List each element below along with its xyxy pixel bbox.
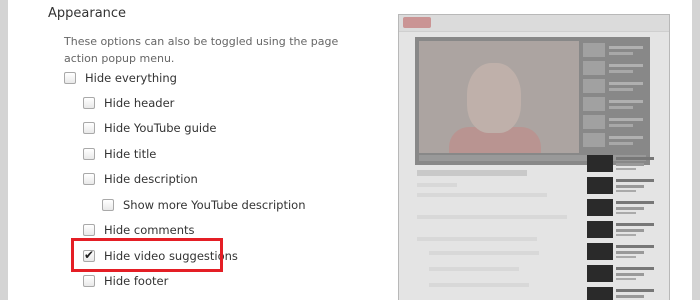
- checkbox[interactable]: [83, 224, 95, 236]
- checkbox[interactable]: [83, 148, 95, 160]
- preview-video-player: [415, 37, 650, 165]
- option-hide-footer[interactable]: Hide footer: [83, 273, 168, 289]
- checkbox[interactable]: [83, 122, 95, 134]
- checkbox[interactable]: [83, 97, 95, 109]
- option-show-more-description[interactable]: Show more YouTube description: [102, 197, 306, 213]
- preview-video-frame: [419, 41, 579, 153]
- option-label: Show more YouTube description: [123, 198, 306, 212]
- option-hide-comments[interactable]: Hide comments: [83, 222, 195, 238]
- checkbox[interactable]: [83, 275, 95, 287]
- youtube-preview-thumbnail: [398, 14, 670, 300]
- option-label: Hide description: [104, 172, 198, 186]
- checkbox[interactable]: [83, 173, 95, 185]
- option-hide-youtube-guide[interactable]: Hide YouTube guide: [83, 120, 216, 136]
- option-hide-everything[interactable]: Hide everything: [64, 70, 177, 86]
- option-label: Hide everything: [85, 71, 177, 85]
- highlight-box: [71, 238, 223, 272]
- settings-panel: Appearance These options can also be tog…: [8, 0, 692, 300]
- option-hide-description[interactable]: Hide description: [83, 171, 198, 187]
- checkbox[interactable]: [102, 199, 114, 211]
- option-label: Hide title: [104, 147, 157, 161]
- option-hide-header[interactable]: Hide header: [83, 95, 174, 111]
- option-label: Hide YouTube guide: [104, 121, 217, 135]
- option-hide-title[interactable]: Hide title: [83, 146, 156, 162]
- preview-header: [399, 15, 669, 32]
- youtube-logo-icon: [403, 17, 431, 28]
- option-label: Hide header: [104, 96, 175, 110]
- checkbox[interactable]: [64, 72, 76, 84]
- option-label: Hide footer: [104, 274, 169, 288]
- option-label: Hide comments: [104, 223, 195, 237]
- section-title: Appearance: [48, 6, 127, 21]
- section-hint: These options can also be toggled using …: [64, 35, 339, 65]
